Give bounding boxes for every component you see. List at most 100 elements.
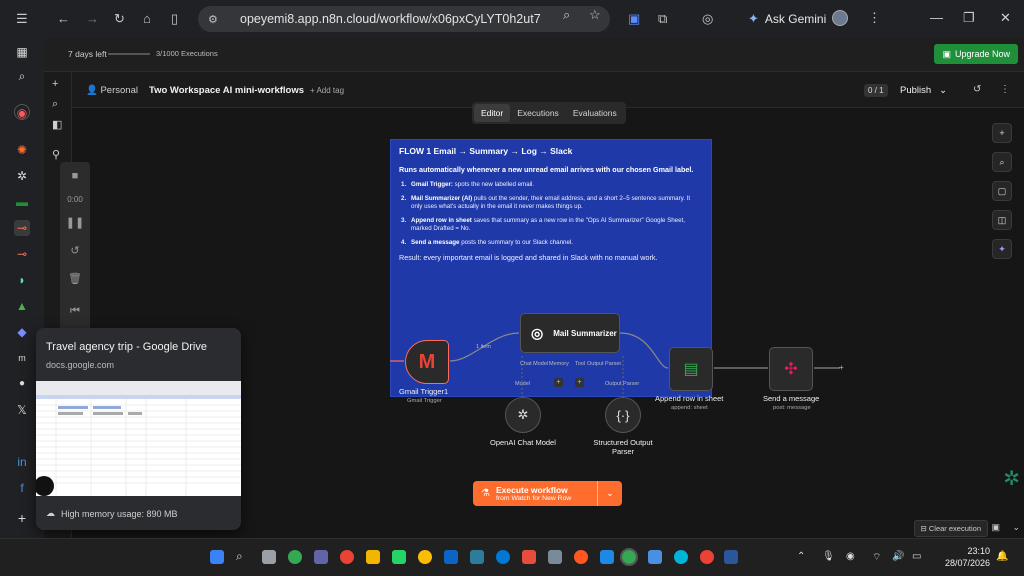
site-info-icon[interactable]: ⚙ [208, 13, 224, 26]
mail-summarizer-node[interactable]: ◎ Mail Summarizer [520, 313, 620, 353]
ask-gemini-button[interactable]: ✦ Ask Gemini [748, 11, 826, 27]
edge-icon[interactable] [496, 550, 510, 564]
chrome-2-icon[interactable] [340, 550, 354, 564]
google-drive-icon[interactable]: ▲ [14, 298, 30, 314]
execute-workflow-button[interactable]: ⚗ Execute workflow from Watch for New Ro… [473, 481, 622, 506]
medium-alt-icon[interactable]: ● [14, 376, 30, 392]
clear-execution-button[interactable]: ⊟ Clear execution [913, 520, 988, 537]
app-icon[interactable] [444, 550, 458, 564]
sheet-node[interactable]: ▤ [669, 347, 713, 391]
panel-icon[interactable]: ◫ [992, 210, 1012, 230]
chrome-3-icon[interactable] [418, 550, 432, 564]
gmail-trigger-node[interactable]: M [405, 340, 449, 384]
tab-search-icon[interactable]: ☰ [16, 11, 28, 27]
workflow-title[interactable]: Two Workspace AI mini-workflows [149, 85, 304, 96]
file-explorer-icon[interactable] [366, 550, 380, 564]
delete-icon[interactable]: 🗑 [60, 272, 90, 285]
tray-chevron-icon[interactable]: ⌃ [797, 551, 805, 562]
app-4-icon[interactable] [574, 550, 588, 564]
chatgpt-icon[interactable]: ✲ [14, 168, 30, 184]
notification-icon[interactable]: 🔔 [996, 551, 1008, 562]
task-view-icon[interactable] [262, 550, 276, 564]
ai-assistant-icon[interactable]: ✦ [992, 239, 1012, 259]
bookmark-star-icon[interactable]: ☆ [589, 7, 601, 23]
chrome-icon[interactable] [288, 550, 302, 564]
chatgpt-float-icon[interactable]: ✲ [1003, 466, 1020, 491]
facebook-icon[interactable]: f [14, 480, 30, 496]
minimize-icon[interactable]: — [930, 10, 943, 25]
publish-button[interactable]: Publish ⌄ [890, 80, 957, 100]
extensions-puzzle-icon[interactable]: ⧉ [658, 11, 667, 27]
breadcrumb-personal[interactable]: 👤 Personal [86, 85, 138, 96]
app-6-icon[interactable] [648, 550, 662, 564]
location-icon[interactable]: ◉ [846, 551, 855, 562]
notepad-icon[interactable] [470, 550, 484, 564]
perplexity-icon[interactable]: ◗ [14, 272, 30, 288]
whatsapp-icon[interactable] [392, 550, 406, 564]
search-tabs-icon[interactable]: ⌕ [14, 68, 30, 84]
wifi-icon[interactable]: ⌔ [872, 551, 881, 564]
n8n-alt-icon[interactable]: ⊸ [14, 246, 30, 262]
address-bar[interactable]: ⚙ opeyemi8.app.n8n.cloud/workflow/x06pxC… [198, 6, 610, 32]
microphone-icon[interactable]: 🎙 [822, 551, 835, 562]
add-icon[interactable]: + [52, 78, 58, 90]
extension-icon[interactable]: ▣ [628, 11, 640, 27]
forward-icon[interactable]: → [86, 11, 99, 26]
apps-grid-icon[interactable]: ▦ [14, 44, 30, 60]
upgrade-button[interactable]: ▣ Upgrade Now [934, 44, 1018, 64]
screenshot-icon[interactable]: ◎ [702, 11, 713, 27]
collapse-sidebar-icon[interactable]: ◧ [52, 118, 62, 131]
n8n-icon[interactable]: ⊸ [14, 220, 30, 236]
sticky-add-icon[interactable]: ▢ [992, 181, 1012, 201]
history-icon[interactable]: ↺ [973, 84, 981, 95]
claude-icon[interactable]: ✺ [14, 142, 30, 158]
search-icon[interactable]: ⌕ [52, 98, 58, 111]
linkedin-icon[interactable]: in [14, 454, 30, 470]
add-tag-button[interactable]: + Add tag [310, 86, 344, 95]
logs-icon[interactable]: ▣ [991, 522, 1000, 533]
x-icon[interactable]: 𝕏 [14, 402, 30, 418]
medium-icon[interactable]: m [14, 350, 30, 366]
green-app-icon[interactable]: ▬ [14, 194, 30, 210]
add-tool-icon[interactable]: + [575, 378, 584, 387]
rewind-icon[interactable]: ⏮ [60, 305, 90, 318]
teams-icon[interactable] [314, 550, 328, 564]
more-options-icon[interactable]: ⋮ [1000, 84, 1010, 95]
copilot-icon[interactable]: ◆ [14, 324, 30, 340]
volume-icon[interactable]: 🔊 [892, 551, 904, 562]
execute-dropdown[interactable]: ⌄ [597, 481, 622, 506]
back-icon[interactable]: ← [57, 11, 70, 26]
add-node-icon[interactable]: + [992, 123, 1012, 143]
pause-icon[interactable]: ❚❚ [60, 216, 90, 229]
openai-node[interactable]: ✲ [505, 397, 541, 433]
stop-icon[interactable]: ■ [60, 170, 90, 182]
slack-node[interactable]: ✣ [769, 347, 813, 391]
reload-icon[interactable]: ↻ [114, 11, 125, 27]
restart-icon[interactable]: ↺ [60, 244, 90, 257]
app-2-icon[interactable] [522, 550, 536, 564]
execute-main[interactable]: ⚗ Execute workflow from Watch for New Ro… [473, 481, 597, 506]
canvas-search-icon[interactable]: ⌕ [992, 152, 1012, 172]
edge-2-icon[interactable] [674, 550, 688, 564]
restore-icon[interactable]: ❐ [963, 10, 975, 26]
nodes-icon[interactable]: ⚲ [52, 148, 60, 161]
app-3-icon[interactable] [548, 550, 562, 564]
taskbar-search-icon[interactable]: ⌕ [236, 549, 243, 564]
profile-avatar[interactable] [832, 10, 848, 26]
expand-icon[interactable]: ⌄ [1012, 522, 1020, 533]
add-app-icon[interactable]: + [14, 510, 30, 526]
add-next-icon[interactable]: + [839, 363, 844, 372]
clock[interactable]: 23:10 28/07/2026 [945, 545, 990, 569]
chrome-active-icon[interactable] [620, 548, 638, 566]
record-icon[interactable]: ◉ [14, 104, 30, 120]
add-memory-icon[interactable]: + [554, 378, 563, 387]
split-view-icon[interactable]: ▯ [171, 11, 178, 27]
word-icon[interactable] [724, 550, 738, 564]
menu-icon[interactable]: ⋮ [868, 10, 881, 26]
home-icon[interactable]: ⌂ [143, 11, 151, 26]
close-icon[interactable]: ✕ [1000, 10, 1011, 26]
battery-icon[interactable]: ▭ [912, 551, 921, 562]
parser-node[interactable]: {·} [605, 397, 641, 433]
app-5-icon[interactable] [600, 550, 614, 564]
chrome-4-icon[interactable] [700, 550, 714, 564]
